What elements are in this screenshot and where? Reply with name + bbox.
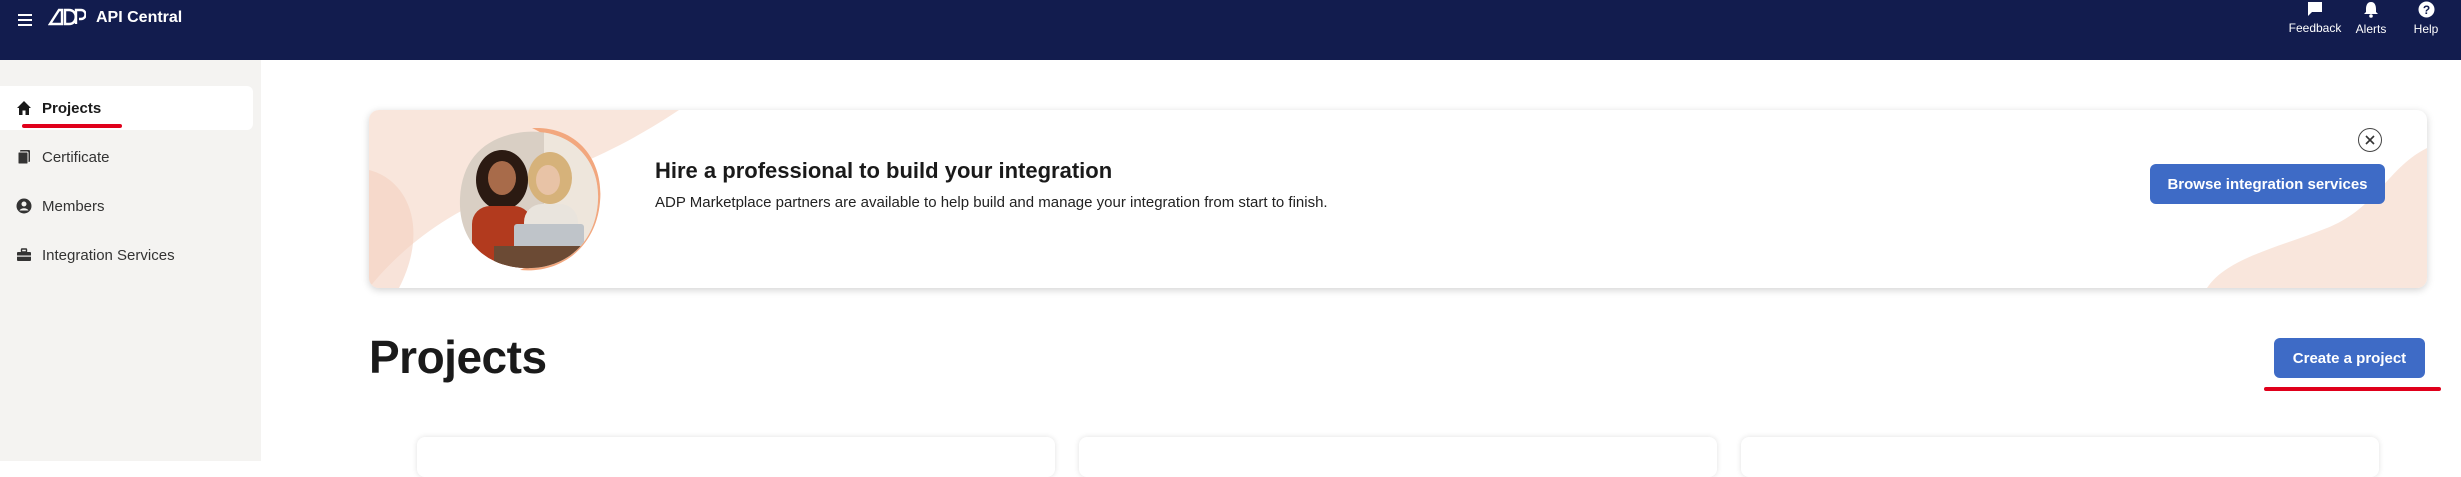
create-project-button[interactable]: Create a project bbox=[2274, 338, 2425, 378]
person-icon bbox=[16, 198, 32, 214]
briefcase-icon bbox=[17, 248, 31, 261]
annotation-underline bbox=[2264, 387, 2441, 391]
chat-icon bbox=[2308, 2, 2322, 16]
help-label: Help bbox=[2413, 22, 2439, 36]
adp-logo[interactable] bbox=[48, 8, 86, 26]
close-icon bbox=[2365, 135, 2375, 145]
certificate-icon bbox=[17, 150, 30, 165]
top-bar: API Central Feedback Alerts ? Help bbox=[0, 0, 2461, 60]
sidebar-item-label: Members bbox=[42, 197, 105, 215]
home-icon bbox=[17, 101, 31, 115]
close-banner-button[interactable] bbox=[2358, 128, 2382, 152]
svg-text:?: ? bbox=[2422, 3, 2429, 17]
integration-services-banner: Hire a professional to build your integr… bbox=[369, 110, 2427, 288]
professionals-photo bbox=[459, 128, 601, 271]
feedback-button[interactable]: Feedback bbox=[2289, 0, 2341, 48]
app-title: API Central bbox=[96, 9, 183, 26]
sidebar-item-label: Certificate bbox=[42, 148, 110, 166]
sidebar-item-label: Projects bbox=[42, 99, 102, 117]
project-card[interactable] bbox=[1079, 437, 1717, 477]
sidebar-item-certificate[interactable]: Certificate bbox=[0, 135, 253, 179]
sidebar-item-label: Integration Services bbox=[42, 246, 175, 264]
sidebar-item-integration-services[interactable]: Integration Services bbox=[0, 233, 253, 277]
browse-integration-services-button[interactable]: Browse integration services bbox=[2150, 164, 2385, 204]
banner-description: ADP Marketplace partners are available t… bbox=[655, 194, 1328, 211]
sidebar-item-members[interactable]: Members bbox=[0, 184, 253, 228]
page-title: Projects bbox=[369, 331, 547, 383]
feedback-label: Feedback bbox=[2288, 21, 2342, 35]
alerts-button[interactable]: Alerts bbox=[2353, 0, 2389, 48]
banner-title: Hire a professional to build your integr… bbox=[655, 158, 1113, 183]
help-button[interactable]: ? Help bbox=[2413, 0, 2439, 48]
annotation-underline bbox=[22, 124, 122, 128]
alerts-label: Alerts bbox=[2355, 22, 2387, 36]
help-icon: ? bbox=[2418, 1, 2434, 18]
bell-icon bbox=[2364, 2, 2378, 18]
project-card[interactable] bbox=[1741, 437, 2379, 477]
hamburger-menu-icon[interactable] bbox=[16, 8, 38, 30]
sidebar: Projects Certificate Members Integration… bbox=[0, 60, 261, 461]
project-card[interactable] bbox=[417, 437, 1055, 477]
